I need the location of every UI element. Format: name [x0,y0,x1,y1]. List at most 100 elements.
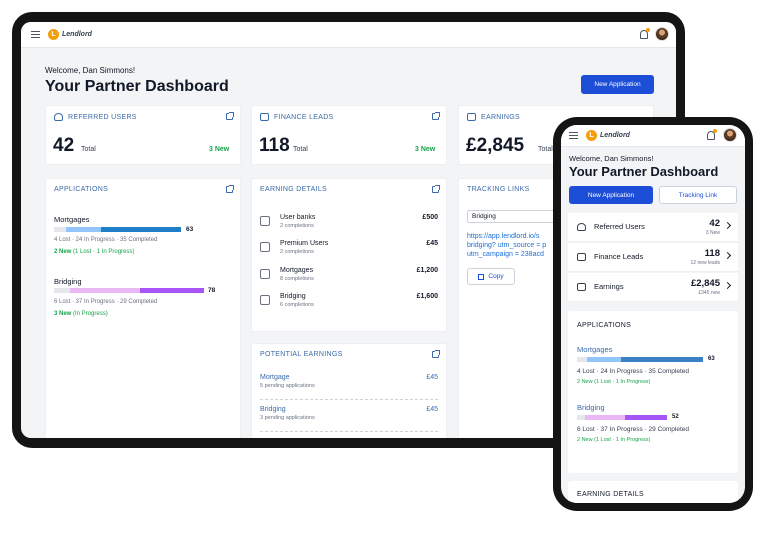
card-title: APPLICATIONS [577,322,632,329]
earning-details-card: EARNING DETAILS [568,481,738,503]
card-title: EARNINGS [481,113,520,121]
new-application-button[interactable]: New Application [581,75,654,94]
menu-icon[interactable] [569,132,578,139]
finance-leads-row[interactable]: Finance Leads 118 12 new leads [568,243,738,272]
chevron-right-icon[interactable] [723,281,732,290]
new-count: 3 New [209,146,230,153]
potential-sub: 5 pending applications [260,383,315,389]
money-icon [467,113,476,121]
logo-icon: L [586,130,597,141]
chevron-right-icon[interactable] [723,221,732,230]
application-name[interactable]: Bridging [577,403,605,412]
phone-screen: L Lendlord Welcome, Dan Simmons! Your Pa… [561,125,745,503]
referred-users-row[interactable]: Referred Users 42 3 New [568,213,738,242]
total-label: Total [538,146,553,153]
welcome-text: Welcome, Dan Simmons! [45,66,136,75]
top-bar: L Lendlord [21,22,676,48]
application-progress-bar [54,288,204,293]
potential-amount: £45 [426,374,438,381]
potential-row[interactable]: Bridging 3 pending applications £45 [260,406,438,432]
row-sub: £345 new [698,290,720,296]
row-label: Earnings [594,282,624,291]
application-stats: 6 Lost · 37 In Progress · 29 Completed [577,426,690,433]
earning-row[interactable]: Bridging 6 completions £1,600 [260,293,438,315]
card-title: EARNING DETAILS [577,491,644,498]
notification-bell-icon[interactable] [640,28,650,39]
new-application-button[interactable]: New Application [569,186,653,204]
application-count: 63 [708,356,715,362]
application-name[interactable]: Mortgages [577,345,612,354]
tracking-link-button[interactable]: Tracking Link [659,186,737,204]
brand-name: Lendlord [62,31,92,38]
copy-icon [478,273,485,280]
avatar[interactable] [655,27,669,41]
card-title: EARNING DETAILS [260,186,327,193]
application-count: 52 [672,414,679,420]
finance-leads-card[interactable]: FINANCE LEADS 118 Total 3 New [251,105,447,165]
row-label: Finance Leads [594,252,644,261]
notification-bell-icon[interactable] [707,129,717,140]
external-link-icon[interactable] [226,112,234,120]
earning-sub: 8 completions [280,276,314,282]
potential-sub: 3 pending applications [260,415,315,421]
earning-amount: £500 [422,214,438,221]
bank-icon [260,216,270,226]
money-icon [577,283,586,291]
earning-row[interactable]: User banks 2 completions £500 [260,214,438,236]
earning-name: Bridging [280,293,306,300]
potential-amount: £45 [426,406,438,413]
chart-icon [577,253,586,261]
applications-card: APPLICATIONS Mortgages 63 4 Lost · 24 In… [568,311,738,473]
earning-name: User banks [280,214,316,221]
application-new-line: 3 New (In Progress) [54,311,108,317]
row-sub: 3 New [705,230,720,236]
earning-amount: £1,200 [416,267,438,274]
application-new-line: 2 New (1 Lost · 1 In Progress) [577,437,651,443]
chevron-right-icon[interactable] [723,251,732,260]
external-link-icon[interactable] [432,350,440,358]
external-link-icon[interactable] [226,185,234,193]
phone-device: L Lendlord Welcome, Dan Simmons! Your Pa… [553,117,753,511]
application-stats: 6 Lost · 37 In Progress · 29 Completed [54,299,158,305]
earning-row[interactable]: Mortgages 8 completions £1,200 [260,267,438,289]
bridge-icon [260,295,270,305]
external-link-icon[interactable] [432,112,440,120]
earning-name: Premium Users [280,240,329,247]
application-progress-bar [54,227,181,232]
earning-details-card: EARNING DETAILS User banks 2 completions… [251,178,447,332]
earning-row[interactable]: Premium Users 2 completions £45 [260,240,438,262]
card-title: REFERRED USERS [68,113,137,121]
user-icon [577,223,586,231]
application-name[interactable]: Bridging [54,277,82,286]
application-progress-bar [577,357,703,362]
applications-card: APPLICATIONS Mortgages 63 4 Lost · 24 In… [45,178,241,438]
row-value: £2,845 [690,278,720,289]
total-label: Total [293,146,308,153]
row-value: 42 [709,218,720,229]
earnings-row[interactable]: Earnings £2,845 £345 new [568,273,738,302]
row-label: Referred Users [594,222,645,231]
welcome-text: Welcome, Dan Simmons! [569,154,654,163]
application-name[interactable]: Mortgages [54,215,89,224]
copy-button[interactable]: Copy [467,268,515,285]
card-title: TRACKING LINKS [467,186,530,193]
menu-icon[interactable] [31,31,40,38]
application-count: 78 [208,287,216,294]
avatar[interactable] [723,128,737,142]
potential-row[interactable]: Mortgage 5 pending applications £45 [260,374,438,400]
row-sub: 12 new leads [690,260,720,266]
earning-amount: £45 [426,240,438,247]
page-title: Your Partner Dashboard [45,78,229,95]
house-icon [260,269,270,279]
new-count: 3 New [415,146,436,153]
earning-amount: £1,600 [416,293,438,300]
potential-name: Bridging [260,406,286,413]
page-title: Your Partner Dashboard [569,164,719,179]
external-link-icon[interactable] [432,185,440,193]
logo-icon: L [48,29,59,40]
application-progress-bar [577,415,667,420]
application-new-line: 2 New (1 Lost · 1 In Progress) [54,249,135,255]
premium-icon [260,242,270,252]
earnings-value: £2,845 [466,135,525,156]
referred-users-card[interactable]: REFERRED USERS 42 Total 3 New [45,105,241,165]
